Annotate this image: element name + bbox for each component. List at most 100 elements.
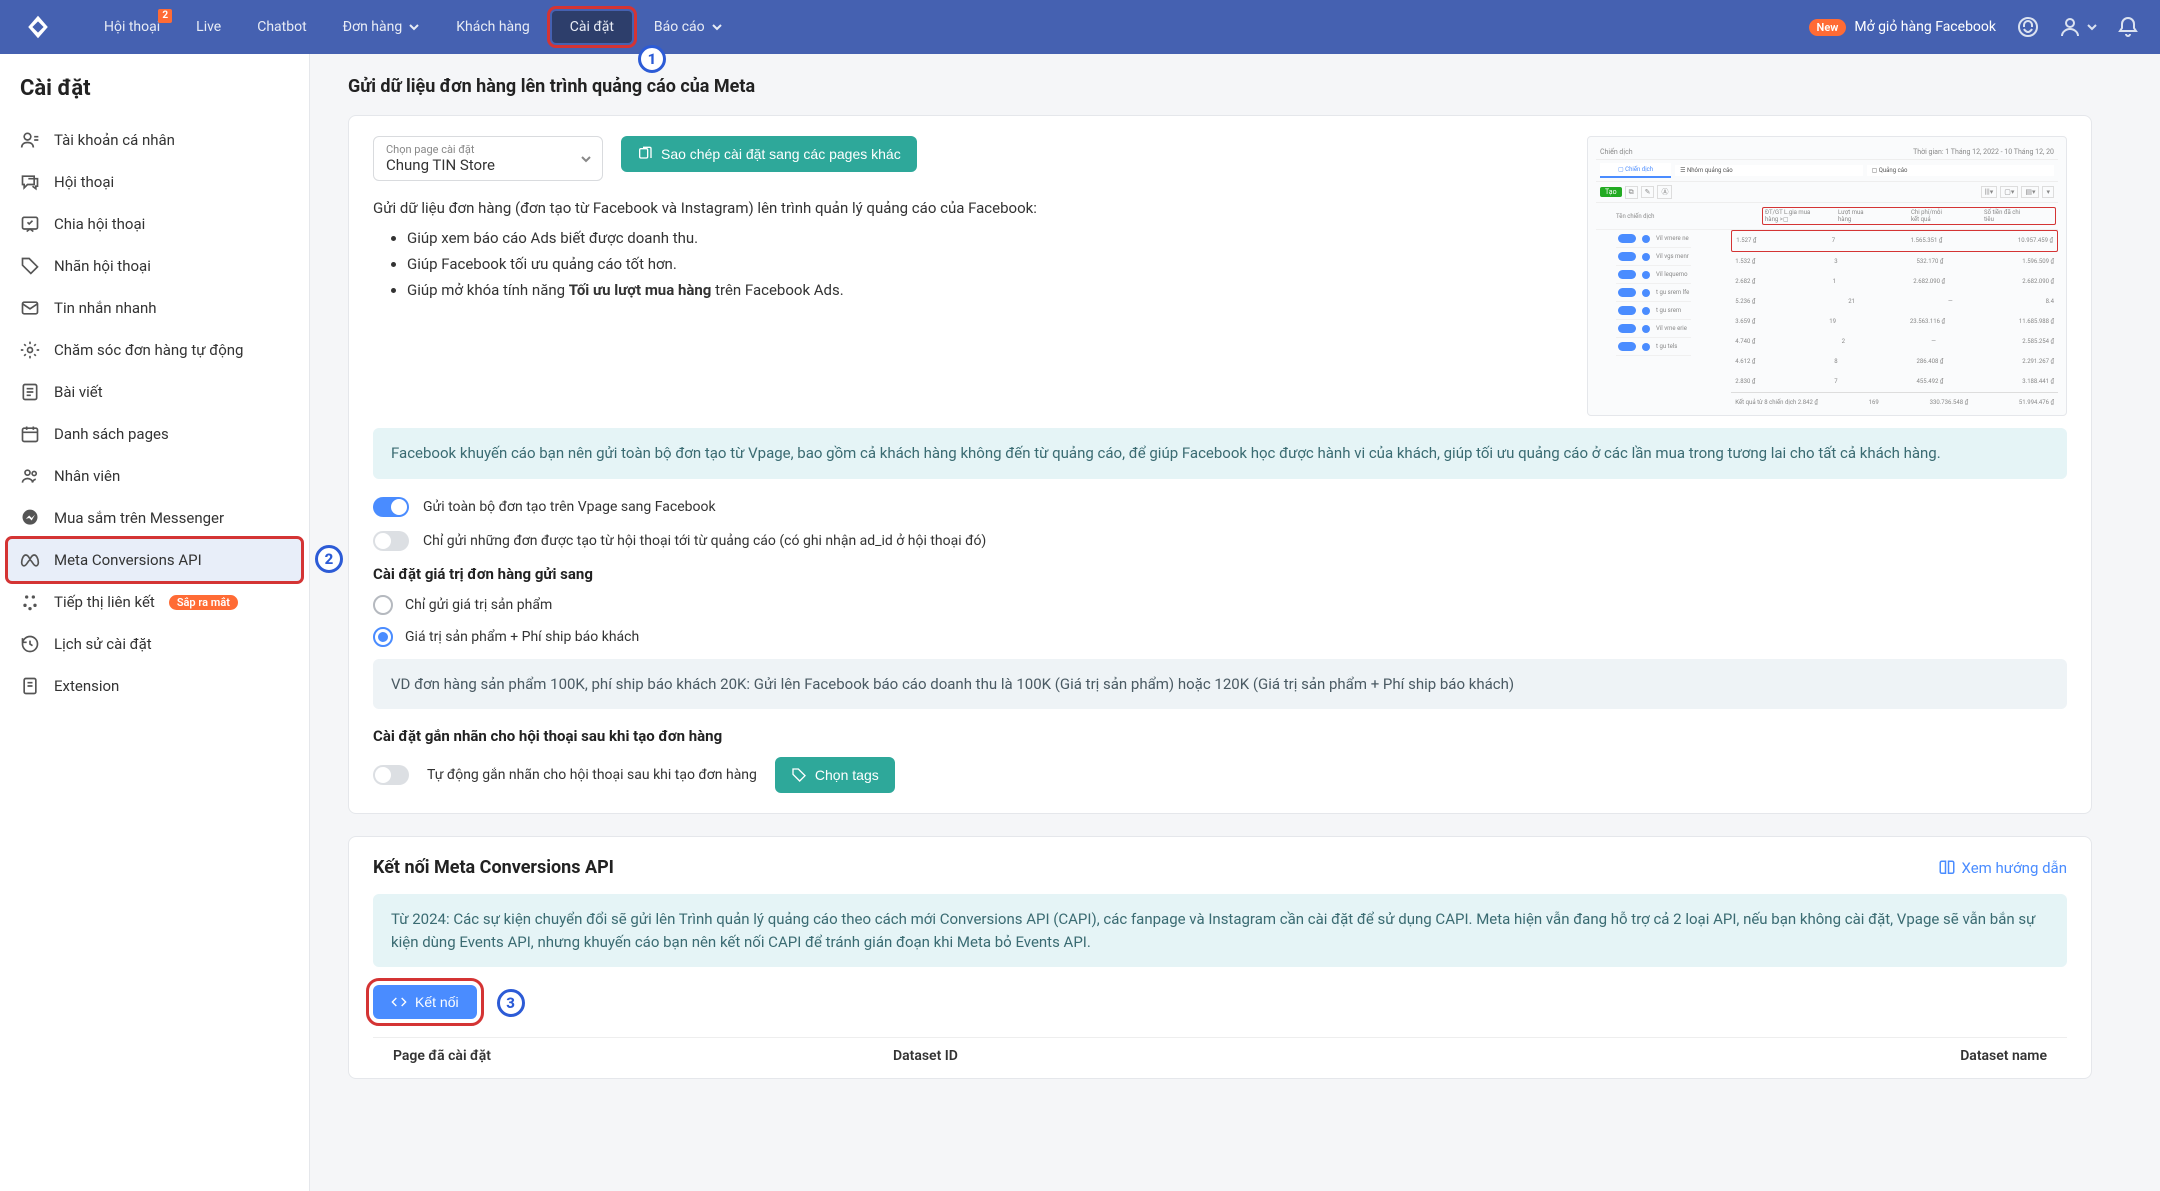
th-page: Page đã cài đặt [393, 1048, 893, 1064]
tag-icon [20, 256, 40, 276]
chevron-down-icon [711, 21, 723, 33]
user-icon [2058, 15, 2082, 39]
app-logo[interactable] [20, 9, 56, 45]
sub-title-value: Cài đặt giá trị đơn hàng gửi sang [373, 565, 2067, 583]
radio-product-only[interactable]: Chỉ gửi giá trị sản phẩm [373, 595, 2067, 615]
affiliate-icon [20, 592, 40, 612]
nav-conversations[interactable]: Hội thoại 2 [86, 11, 178, 43]
user-icon [20, 130, 40, 150]
info-box-capi: Từ 2024: Các sự kiện chuyển đổi sẽ gửi l… [373, 894, 2067, 967]
label: Chăm sóc đơn hàng tự động [54, 341, 243, 359]
nav-orders[interactable]: Đơn hàng [325, 11, 439, 43]
sidebar-item-meta-api[interactable]: Meta Conversions API [8, 539, 301, 581]
label: Extension [54, 677, 119, 695]
label: Nhãn hội thoại [54, 257, 151, 275]
label: Kết nối [415, 994, 459, 1010]
nav-settings[interactable]: Cài đặt [552, 11, 632, 43]
table-header: Page đã cài đặt Dataset ID Dataset name [373, 1037, 2067, 1074]
info-box-example: VD đơn hàng sản phẩm 100K, phí ship báo … [373, 659, 2067, 710]
label: Danh sách pages [54, 425, 169, 443]
th-dataset-name: Dataset name [1373, 1048, 2047, 1064]
sidebar-item-messenger[interactable]: Mua sắm trên Messenger [8, 497, 301, 539]
sidebar-item-extension[interactable]: Extension [8, 665, 301, 707]
label: Tài khoản cá nhân [54, 131, 175, 149]
toggle-label: Gửi toàn bộ đơn tạo trên Vpage sang Face… [423, 499, 716, 515]
code-icon [391, 994, 407, 1010]
label: Tiếp thị liên kết [54, 593, 155, 611]
label: Nhân viên [54, 467, 120, 485]
toggle-ads-only[interactable] [373, 531, 409, 551]
toggle-send-all[interactable] [373, 497, 409, 517]
sidebar-item-affiliate[interactable]: Tiếp thị liên kết Sắp ra mắt [8, 581, 301, 623]
sidebar-item-autoorder[interactable]: Chăm sóc đơn hàng tự động [8, 329, 301, 371]
label: Xem hướng dẫn [1962, 859, 2068, 877]
sidebar-item-quickmsg[interactable]: Tin nhắn nhanh [8, 287, 301, 329]
nav-label: Đơn hàng [343, 19, 403, 35]
info-box-fb: Facebook khuyến cáo bạn nên gửi toàn bộ … [373, 428, 2067, 479]
page-select[interactable]: Chọn page cài đặt Chung TIN Store [373, 136, 603, 181]
label: Tin nhắn nhanh [54, 299, 157, 317]
label: Bài viết [54, 383, 103, 401]
top-nav: Hội thoại 2 Live Chatbot Đơn hàng Khách … [0, 0, 2160, 54]
sidebar-item-posts[interactable]: Bài viết [8, 371, 301, 413]
nav-label: Cài đặt [570, 19, 614, 35]
annotation-3: 3 [497, 989, 525, 1017]
radio-product-ship[interactable]: Giá trị sản phẩm + Phí ship báo khách [373, 627, 2067, 647]
select-label: Chọn page cài đặt [386, 143, 590, 156]
sidebar-title: Cài đặt [8, 72, 301, 119]
choose-tags-button[interactable]: Chọn tags [775, 757, 895, 793]
nav-live[interactable]: Live [178, 11, 239, 43]
sidebar: Cài đặt Tài khoản cá nhân Hội thoại Chia… [0, 54, 310, 1191]
copy-settings-button[interactable]: Sao chép cài đặt sang các pages khác [621, 136, 917, 172]
annotation-1: 1 [638, 45, 666, 73]
bell-icon[interactable] [2116, 15, 2140, 39]
sidebar-item-history[interactable]: Lịch sử cài đặt [8, 623, 301, 665]
toggle-label: Tự động gắn nhãn cho hội thoại sau khi t… [427, 767, 757, 783]
card-connect-capi: Kết nối Meta Conversions API Xem hướng d… [348, 836, 2092, 1079]
gear-icon [20, 340, 40, 360]
nav-reports[interactable]: Báo cáo [636, 11, 741, 43]
label: Chọn tags [815, 767, 879, 783]
history-icon [20, 634, 40, 654]
label: Mua sắm trên Messenger [54, 509, 224, 527]
sidebar-item-account[interactable]: Tài khoản cá nhân [8, 119, 301, 161]
select-value: Chung TIN Store [386, 156, 590, 174]
nav-label: Khách hàng [456, 19, 530, 35]
sidebar-item-split[interactable]: Chia hội thoại [8, 203, 301, 245]
article-icon [20, 382, 40, 402]
radio-icon [373, 595, 393, 615]
messenger-icon [20, 508, 40, 528]
connect-button[interactable]: Kết nối [373, 985, 477, 1019]
book-icon [1938, 859, 1956, 877]
split-icon [20, 214, 40, 234]
nav-customers[interactable]: Khách hàng [438, 11, 548, 43]
nav-fb-cart[interactable]: New Mở giỏ hàng Facebook [1809, 19, 1996, 36]
tag-icon [791, 767, 807, 783]
conv-badge: 2 [158, 9, 172, 23]
sidebar-item-pages[interactable]: Danh sách pages [8, 413, 301, 455]
toggle-auto-tag[interactable] [373, 765, 409, 785]
label: Chia hội thoại [54, 215, 145, 233]
soon-tag: Sắp ra mắt [169, 595, 238, 610]
chevron-down-icon [580, 153, 592, 165]
sub-title-tag: Cài đặt gắn nhãn cho hội thoại sau khi t… [373, 727, 2067, 745]
view-guide-link[interactable]: Xem hướng dẫn [1938, 859, 2068, 877]
sidebar-item-labels[interactable]: Nhãn hội thoại [8, 245, 301, 287]
radio-label: Giá trị sản phẩm + Phí ship báo khách [405, 629, 639, 645]
toggle-label: Chỉ gửi những đơn được tạo từ hội thoại … [423, 533, 986, 549]
users-icon [20, 466, 40, 486]
section-title-2: Kết nối Meta Conversions API [373, 857, 614, 878]
sidebar-item-staff[interactable]: Nhân viên [8, 455, 301, 497]
support-icon[interactable] [2016, 15, 2040, 39]
nav-label: Chatbot [257, 19, 306, 35]
chevron-down-icon [408, 21, 420, 33]
nav-label: Live [196, 19, 221, 35]
copy-icon [637, 146, 653, 162]
user-menu[interactable] [2058, 15, 2098, 39]
nav-chatbot[interactable]: Chatbot [239, 11, 324, 43]
radio-label: Chỉ gửi giá trị sản phẩm [405, 597, 552, 613]
chevron-down-icon [2086, 21, 2098, 33]
sidebar-item-conversation[interactable]: Hội thoại [8, 161, 301, 203]
chat-icon [20, 172, 40, 192]
radio-icon [373, 627, 393, 647]
